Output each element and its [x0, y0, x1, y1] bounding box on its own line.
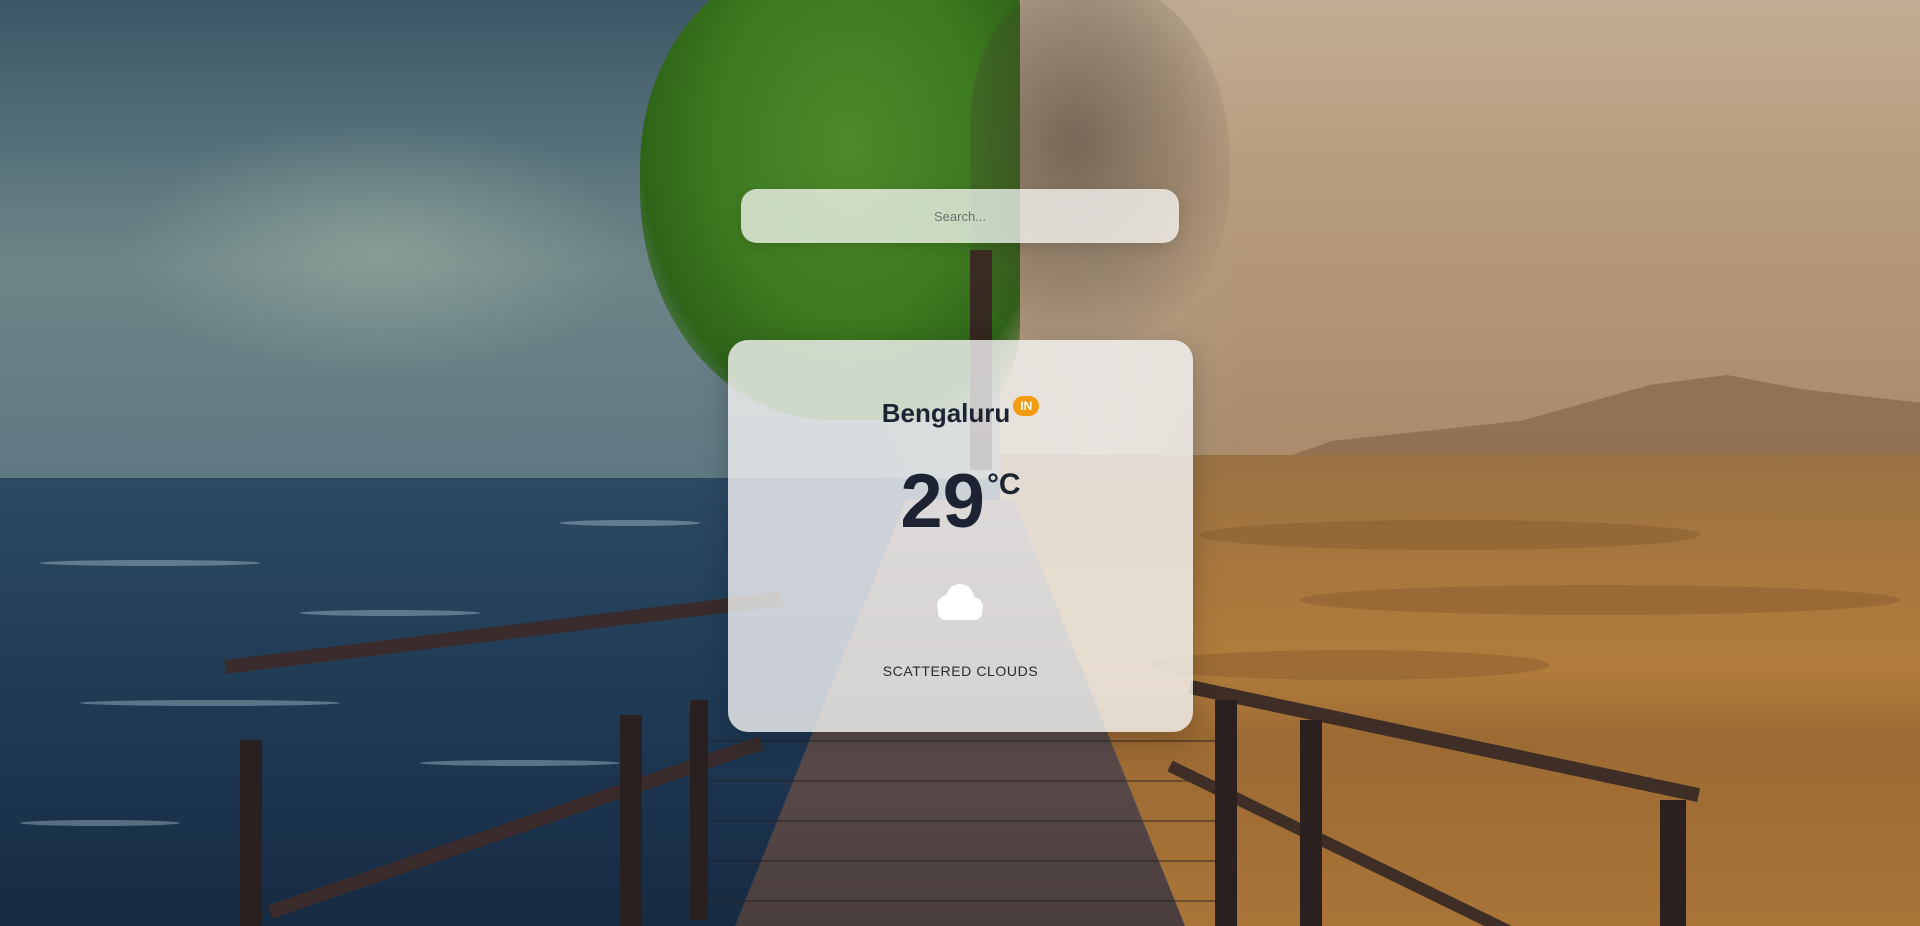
search-input[interactable]: [741, 188, 1179, 244]
railing-post: [1660, 800, 1686, 926]
weather-card: Bengaluru IN 29 °C SCATTERED CLOUDS: [728, 340, 1193, 732]
temperature-unit: °C: [986, 468, 1021, 501]
pier-plank: [700, 900, 1220, 902]
pier-plank: [700, 740, 1220, 742]
search-bar[interactable]: [741, 188, 1179, 244]
wave: [40, 560, 260, 566]
railing-post: [690, 700, 708, 920]
pier-plank: [700, 820, 1220, 822]
railing-post: [240, 740, 262, 926]
pier-plank: [700, 860, 1220, 862]
temperature-row: 29 °C: [728, 464, 1193, 540]
app-root: Bengaluru IN 29 °C SCATTERED CLOUDS: [0, 0, 1920, 926]
city-name: Bengaluru: [881, 398, 1011, 428]
dune: [1200, 520, 1700, 550]
sky-glow: [120, 120, 640, 380]
country-badge: IN: [1013, 396, 1040, 416]
dune: [1300, 585, 1900, 615]
wave: [20, 820, 180, 826]
dune: [1150, 650, 1550, 680]
wave: [420, 760, 620, 766]
tree-bare-half: [970, 0, 1230, 340]
temperature-value: 29: [900, 459, 985, 544]
location-row: Bengaluru IN: [728, 396, 1193, 428]
wave: [300, 610, 480, 616]
weather-description: SCATTERED CLOUDS: [882, 663, 1039, 679]
railing-post: [1300, 720, 1322, 926]
railing-post: [620, 715, 642, 926]
wave: [560, 520, 700, 526]
wave: [80, 700, 340, 706]
cloud-icon: [928, 582, 990, 622]
pier-plank: [700, 780, 1220, 782]
railing-post: [1215, 700, 1237, 926]
